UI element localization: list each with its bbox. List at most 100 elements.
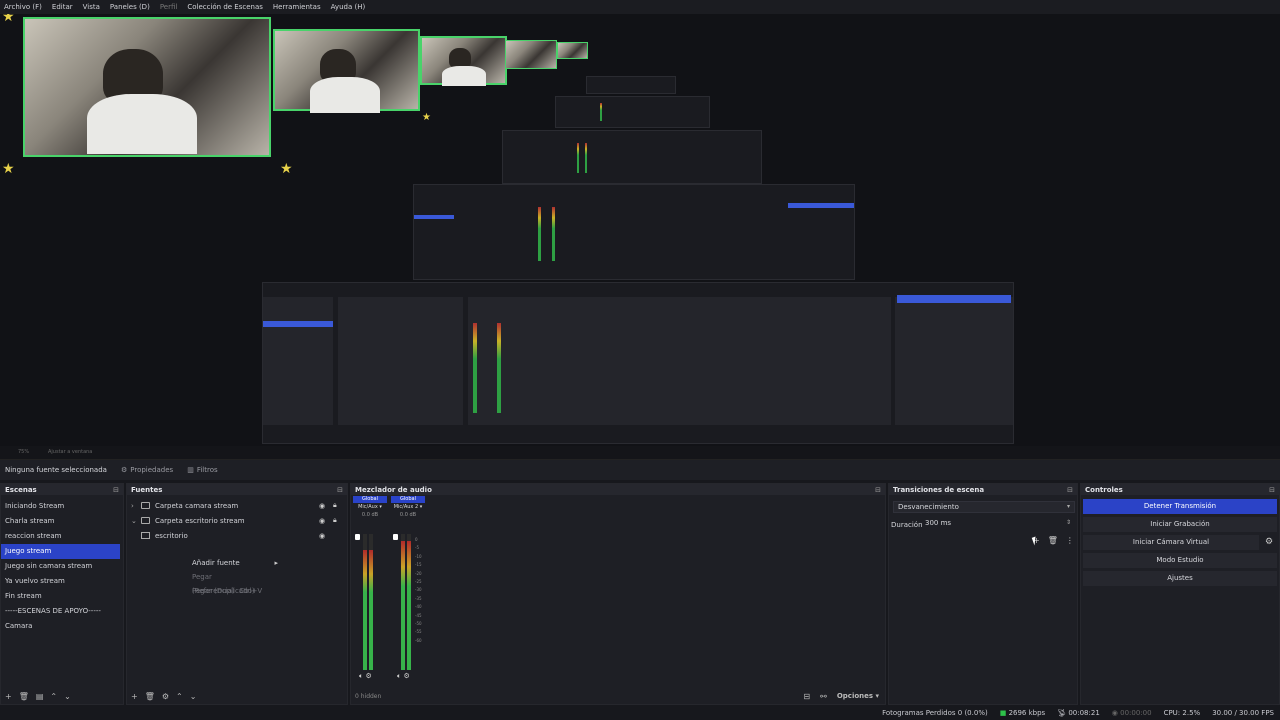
gear-icon[interactable]: ⚙: [1265, 537, 1273, 547]
speaker-icon[interactable]: 🔈︎: [359, 672, 363, 680]
down-icon[interactable]: ⌄: [190, 692, 197, 701]
record-icon: ◉: [1111, 708, 1118, 717]
menu-perfil[interactable]: Perfil: [160, 3, 178, 11]
down-icon[interactable]: ⌄: [64, 692, 71, 701]
dock-menu-icon[interactable]: ⊟: [1269, 486, 1275, 494]
chevron-down-icon: ▾: [1066, 503, 1070, 510]
volume-meter: [363, 534, 367, 670]
channel-name[interactable]: Mic/Aux ▾: [353, 504, 387, 510]
dock-menu-icon[interactable]: ⊟: [337, 486, 343, 494]
menu-ayuda[interactable]: Ayuda (H): [331, 3, 366, 11]
db-scale: 0 -5 -10 -15 -20 -25 -30 -35 -40 -45 -50 -55 -60: [415, 536, 422, 645]
volume-meter-fill: [401, 540, 405, 670]
scene-item-fin[interactable]: Fin stream: [1, 589, 123, 604]
audio-mixer-dock: Mezclador de audio ⊟ Global Mic/Aux ▾ 0.0…: [350, 483, 886, 705]
webcam-image-3: [420, 36, 507, 86]
scene-item-escenas-apoyo[interactable]: -----ESCENAS DE APOYO-----: [1, 604, 123, 619]
controls-title: Controles: [1085, 485, 1123, 494]
settings-button[interactable]: Ajustes: [1083, 571, 1277, 586]
db-tick-label: -60: [415, 637, 422, 643]
db-tick-label: -45: [415, 612, 422, 618]
volume-meter-fill: [369, 550, 373, 670]
menu-vista[interactable]: Vista: [83, 3, 100, 11]
lock-icon[interactable]: 🔒︎: [333, 516, 337, 525]
volume-meter-fill: [363, 550, 367, 670]
start-virtual-cam-button[interactable]: Iniciar Cámara Virtual: [1083, 535, 1259, 550]
channel-name[interactable]: Mic/Aux 2 ▾: [391, 504, 425, 510]
transition-select[interactable]: Desvanecimiento ▾: [893, 501, 1075, 513]
stream-time: 📡︎ 00:08:21: [1057, 708, 1100, 717]
dock-menu-icon[interactable]: ⊟: [113, 486, 119, 494]
program-preview[interactable]: ★ ★ ★ ★ ★: [0, 14, 1280, 446]
dock-menu-icon[interactable]: ⊟: [1067, 486, 1073, 494]
filter-icon[interactable]: ▤: [36, 692, 44, 701]
studio-mode-button[interactable]: Modo Estudio: [1083, 553, 1277, 568]
eye-icon[interactable]: ◉: [319, 532, 325, 540]
dock-menu-icon[interactable]: ⊟: [875, 486, 881, 494]
up-icon[interactable]: ⌃: [50, 692, 57, 701]
nested-obs-ui-1: [262, 282, 1014, 444]
webcam-image-4: [505, 40, 557, 69]
no-source-label: Ninguna fuente seleccionada: [5, 466, 107, 474]
source-item[interactable]: escritorio ◉: [127, 528, 347, 543]
preview-status-strip: 75% Ajustar a ventana: [0, 446, 1280, 460]
scene-item-camara[interactable]: Camara: [1, 619, 123, 634]
gear-icon: ⚙: [120, 466, 128, 474]
chevron-right-icon[interactable]: ›: [131, 502, 141, 510]
menu-herramientas[interactable]: Herramientas: [273, 3, 321, 11]
menu-paneles[interactable]: Paneles (D): [110, 3, 150, 11]
add-icon[interactable]: +: [5, 692, 12, 701]
properties-button[interactable]: ⚙ Propiedades: [121, 466, 173, 474]
menu-coleccion-escenas[interactable]: Colección de Escenas: [187, 3, 263, 11]
chevron-down-icon[interactable]: ⌄: [131, 517, 141, 525]
trash-icon[interactable]: 🗑: [145, 692, 155, 701]
add-icon[interactable]: +: [131, 692, 138, 701]
paste-reference-menu-item[interactable]: Pegar (Referencia) Ctrl+V: [188, 570, 282, 595]
filters-button[interactable]: ▥ Filtros: [187, 466, 217, 474]
up-icon[interactable]: ⌃: [176, 692, 183, 701]
scene-item-ya-vuelvo[interactable]: Ya vuelvo stream: [1, 574, 123, 589]
channel-db: 0.0 dB: [399, 512, 417, 518]
webcam-image-2: [273, 29, 420, 113]
volume-meter: [407, 534, 411, 670]
scene-item-iniciando[interactable]: Iniciando Stream: [1, 499, 123, 514]
source-item[interactable]: › Carpeta camara stream ◉ 🔒︎: [127, 498, 347, 513]
gear-icon[interactable]: ⚙: [403, 672, 409, 680]
duration-input[interactable]: 300 ms ⇕: [921, 518, 1075, 530]
eye-icon[interactable]: ◉: [319, 517, 325, 525]
speaker-icon[interactable]: 🔈︎: [397, 672, 401, 680]
start-recording-button[interactable]: Iniciar Grabación: [1083, 517, 1277, 532]
mixer-layout-icon[interactable]: ⊟: [803, 692, 810, 701]
db-tick-label: -20: [415, 570, 422, 576]
volume-fader[interactable]: [355, 534, 360, 540]
link-icon[interactable]: ⚯: [820, 692, 827, 701]
gear-icon[interactable]: ⚙: [365, 672, 371, 680]
add-source-menu-item[interactable]: Añadir fuente ▸: [188, 556, 282, 570]
scene-item-charla[interactable]: Charla stream: [1, 514, 123, 529]
stop-stream-button[interactable]: Detener Transmisión: [1083, 499, 1277, 514]
trash-icon[interactable]: 🗑: [19, 692, 29, 701]
scenes-dock: Escenas ⊟ Iniciando Stream Charla stream …: [0, 483, 124, 705]
db-tick-label: -50: [415, 621, 422, 627]
star-icon: ★: [280, 14, 293, 16]
eye-icon[interactable]: ◉: [319, 502, 325, 510]
menu-archivo[interactable]: Archivo (F): [4, 3, 42, 11]
trash-icon[interactable]: 🗑: [1048, 536, 1058, 545]
db-tick-label: -30: [415, 587, 422, 593]
nested-obs-ui-4: [555, 96, 710, 128]
source-item[interactable]: ⌄ Carpeta escritorio stream ◉ 🔒︎: [127, 513, 347, 528]
options-button[interactable]: Opciones ▾: [837, 692, 879, 700]
filters-label: Filtros: [196, 466, 218, 474]
more-icon[interactable]: ⋮: [1066, 536, 1074, 545]
scene-item-reaccion[interactable]: reaccion stream: [1, 529, 123, 544]
scene-item-juego[interactable]: Juego stream: [1, 544, 120, 559]
lock-icon[interactable]: 🔒︎: [333, 501, 337, 510]
star-icon: ★: [2, 14, 15, 25]
cpu-usage: CPU: 2.5%: [1163, 708, 1201, 717]
menu-editar[interactable]: Editar: [52, 3, 73, 11]
scene-item-juego-sin-camara[interactable]: Juego sin camara stream: [1, 559, 123, 574]
gear-icon[interactable]: ⚙: [162, 692, 169, 701]
paste-duplicate-menu-item[interactable]: Pegar (Duplicado): [188, 584, 282, 598]
volume-fader[interactable]: [393, 534, 398, 540]
spinner-icon[interactable]: ⇕: [1066, 518, 1071, 528]
